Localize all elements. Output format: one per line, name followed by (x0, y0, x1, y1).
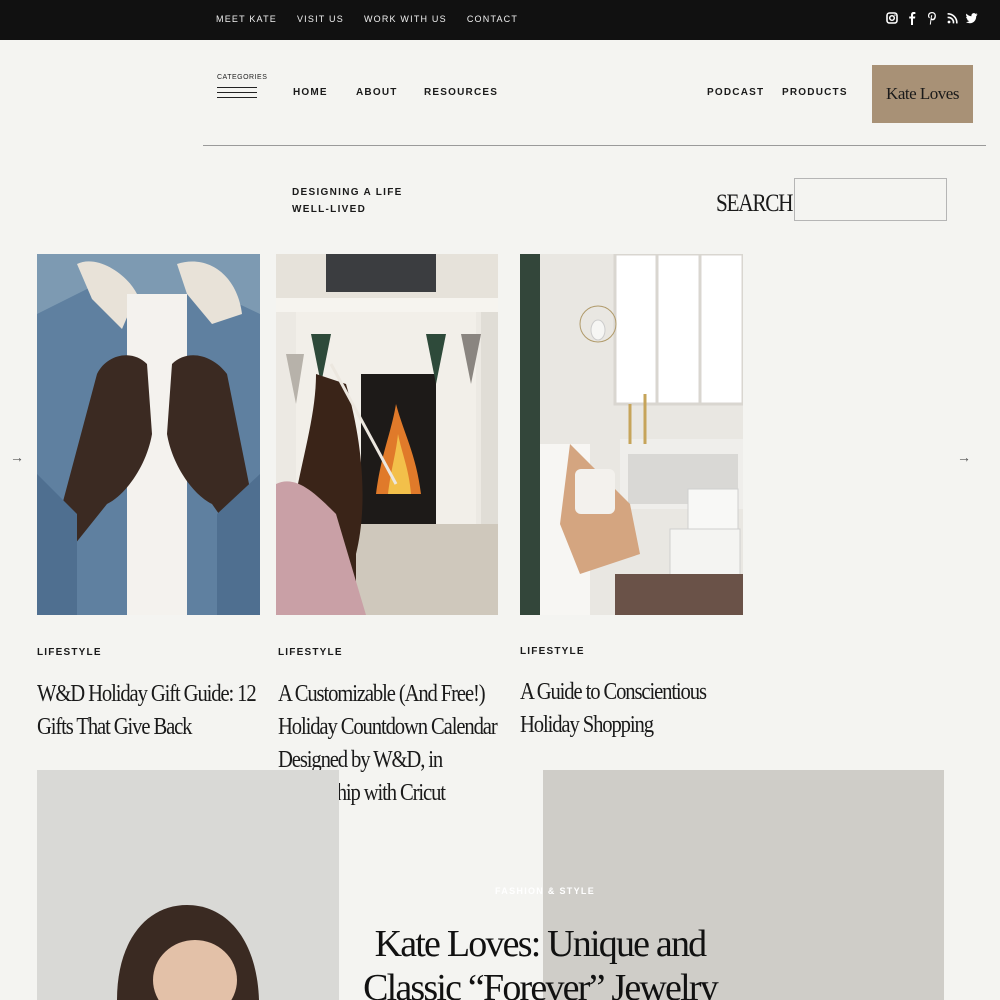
nav-home[interactable]: HOME (293, 87, 328, 98)
card-2-category[interactable]: LIFESTYLE (278, 647, 343, 658)
card-3-title[interactable]: A Guide to Conscientious Holiday Shoppin… (520, 676, 718, 742)
card-3-image[interactable] (520, 254, 743, 615)
site-tagline: DESIGNING A LIFE WELL-LIVED (292, 184, 403, 218)
card-3-category[interactable]: LIFESTYLE (520, 646, 585, 657)
header-divider (203, 145, 986, 146)
top-link-visit-us[interactable]: VISIT US (297, 14, 344, 24)
kate-loves-button[interactable]: Kate Loves (872, 65, 973, 123)
pinterest-icon[interactable] (926, 10, 938, 26)
categories-label: CATEGORIES (217, 74, 268, 81)
nav-podcast[interactable]: PODCAST (707, 87, 764, 98)
top-link-meet-kate[interactable]: MEET KATE (216, 14, 277, 24)
card-1-image[interactable] (37, 254, 260, 615)
nav-about[interactable]: ABOUT (356, 87, 398, 98)
top-link-work-with-us[interactable]: WORK WITH US (364, 14, 447, 24)
rss-icon[interactable] (946, 10, 958, 26)
tagline-line-2: WELL-LIVED (292, 204, 367, 215)
featured-portrait-image[interactable] (37, 770, 339, 1000)
top-bar: MEET KATE VISIT US WORK WITH US CONTACT (0, 0, 1000, 40)
top-links: MEET KATE VISIT US WORK WITH US CONTACT (216, 14, 538, 24)
nav-resources[interactable]: RESOURCES (424, 87, 498, 98)
facebook-icon[interactable] (906, 10, 918, 26)
categories-menu[interactable]: CATEGORIES (217, 74, 268, 102)
hamburger-icon[interactable] (217, 87, 257, 98)
card-2-image[interactable] (276, 254, 498, 615)
search-label: SEARCH (716, 190, 793, 217)
card-1-category[interactable]: LIFESTYLE (37, 647, 102, 658)
featured-title[interactable]: Kate Loves: Unique and Classic “Forever”… (360, 922, 720, 1000)
featured-category[interactable]: FASHION & STYLE (495, 886, 595, 896)
carousel-next-arrow-icon[interactable]: → (957, 449, 971, 465)
top-link-contact[interactable]: CONTACT (467, 14, 518, 24)
social-icons (886, 10, 978, 26)
instagram-icon[interactable] (886, 10, 898, 26)
twitter-icon[interactable] (966, 10, 978, 26)
carousel-prev-arrow-icon[interactable]: → (10, 449, 24, 465)
nav-products[interactable]: PRODUCTS (782, 87, 848, 98)
tagline-line-1: DESIGNING A LIFE (292, 187, 403, 198)
search-input[interactable] (794, 178, 947, 221)
card-1-title[interactable]: W&D Holiday Gift Guide: 12 Gifts That Gi… (37, 678, 259, 744)
